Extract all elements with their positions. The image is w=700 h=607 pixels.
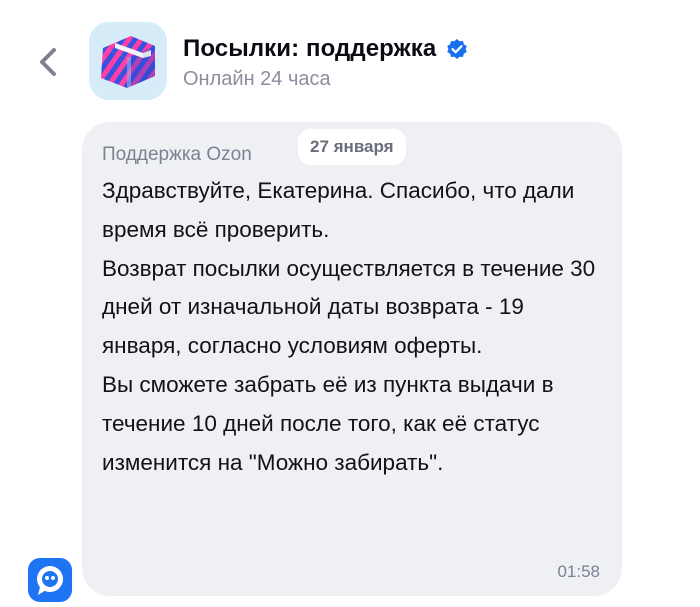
message-sender: Поддержка Ozon	[102, 144, 252, 165]
message-paragraph: Возврат посылки осуществляется в течение…	[102, 255, 596, 359]
message-bubble[interactable]: Поддержка Ozon 27 января Здравствуйте, Е…	[82, 122, 622, 596]
message-time: 01:58	[557, 562, 600, 581]
chat-avatar[interactable]	[89, 22, 167, 100]
date-badge: 27 января	[298, 129, 406, 165]
support-bot-icon	[37, 566, 63, 595]
chat-header: Посылки: поддержка Онлайн 24 часа	[0, 0, 700, 110]
back-button[interactable]	[30, 40, 70, 84]
message-text: Здравствуйте, Екатерина. Спасибо, что да…	[102, 172, 607, 482]
chat-title: Посылки: поддержка	[183, 35, 437, 62]
message-paragraph: Вы сможете забрать её из пункта выдачи в…	[102, 371, 554, 475]
chat-status: Онлайн 24 часа	[183, 68, 331, 90]
message-paragraph: Здравствуйте, Екатерина. Спасибо, что да…	[102, 178, 575, 242]
chevron-left-icon	[40, 48, 56, 76]
verified-check-icon	[447, 39, 468, 59]
gift-box-icon	[89, 22, 167, 100]
support-bot-avatar[interactable]	[28, 558, 72, 602]
